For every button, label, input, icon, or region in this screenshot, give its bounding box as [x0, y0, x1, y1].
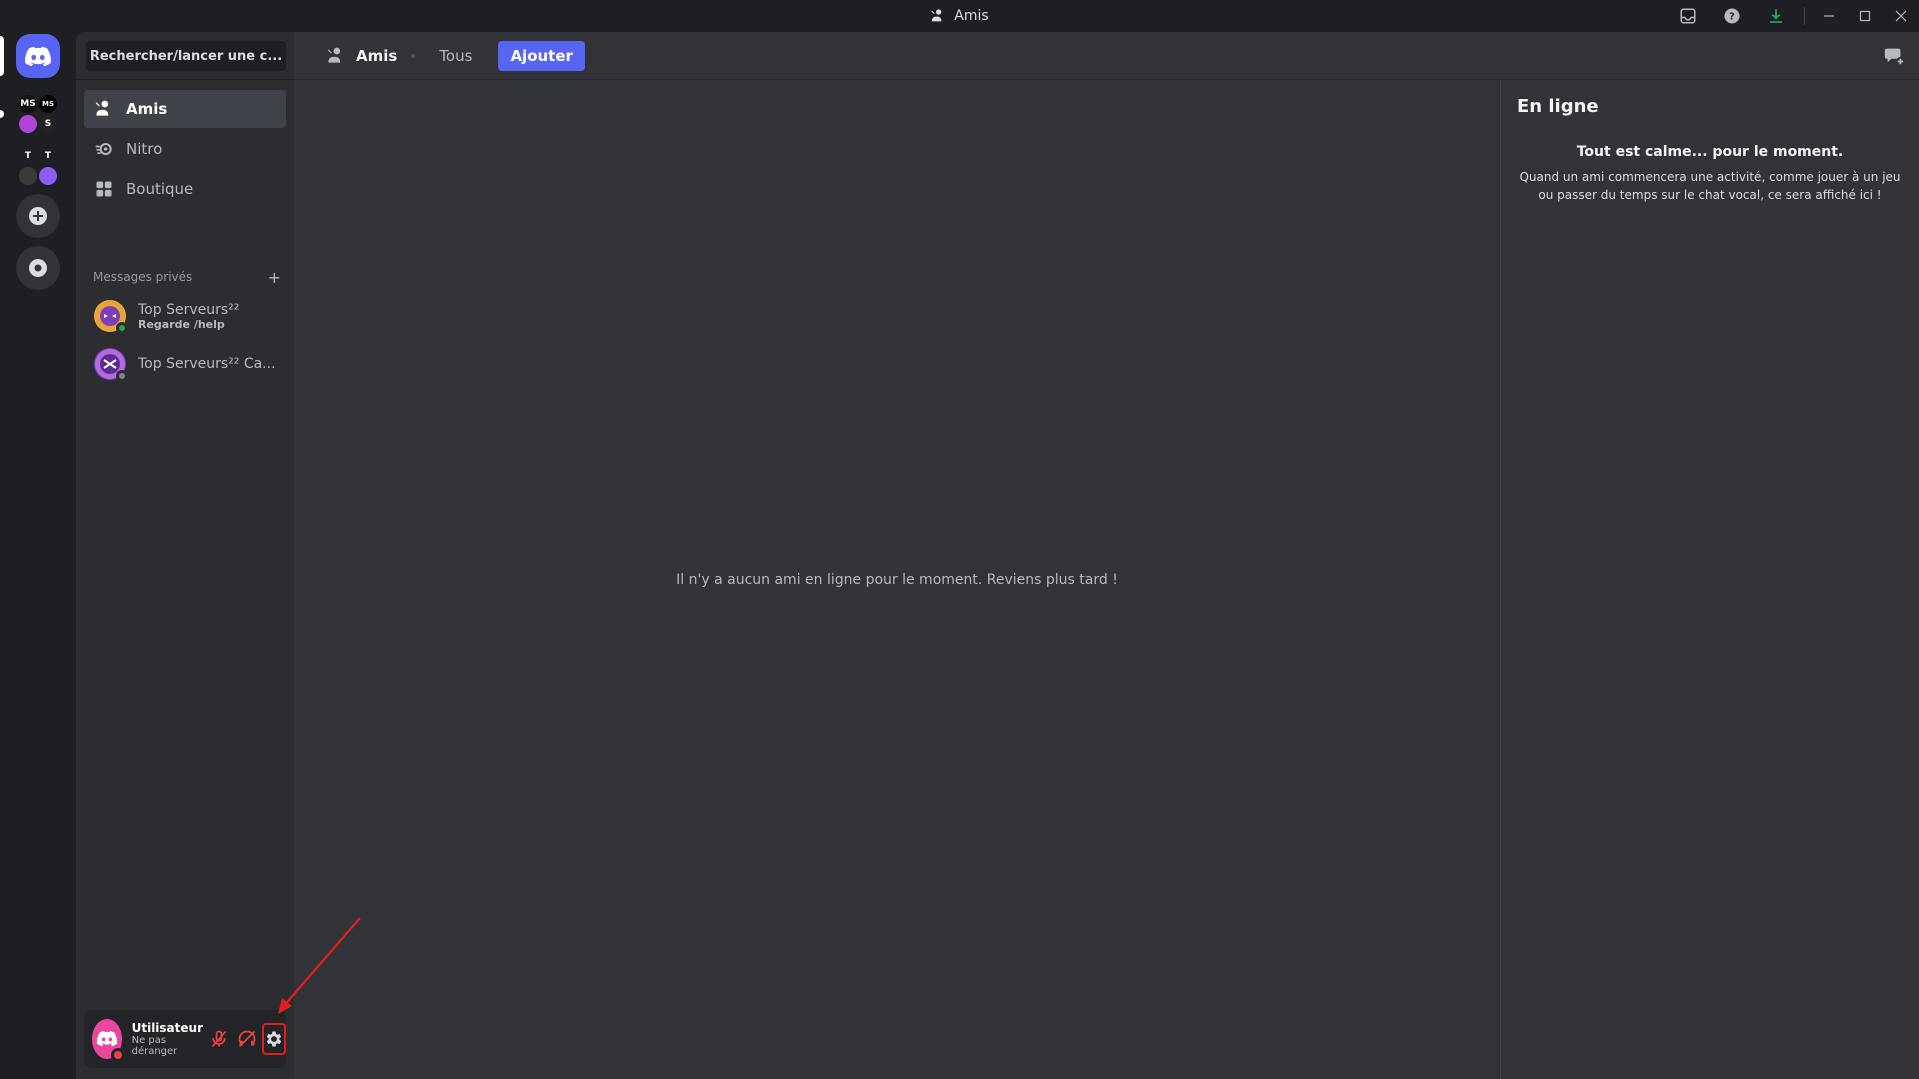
title-bar: Amis ?	[0, 0, 1919, 32]
dm-name: Top Serveurs²²	[138, 301, 240, 318]
discord-logo-icon	[25, 46, 51, 66]
home-button[interactable]	[16, 34, 60, 78]
dm-header: Messages privés +	[93, 268, 281, 287]
friends-title-text: Amis	[356, 46, 398, 65]
server-icon-ms1: MS	[19, 95, 37, 113]
create-dm-icon[interactable]: +	[268, 268, 281, 287]
user-info[interactable]: Utilisateur Ne pas déranger	[132, 1021, 203, 1057]
search-button[interactable]: Rechercher/lancer une c...	[86, 41, 286, 71]
active-now-empty-title: Tout est calme... pour le moment.	[1576, 144, 1844, 160]
avatar	[94, 300, 128, 334]
friends-topbar: Amis Tous Ajouter	[294, 32, 1919, 80]
discord-logo-icon	[96, 1031, 117, 1047]
empty-friends-message: Il n'y a aucun ami en ligne pour le mome…	[676, 572, 1118, 588]
server-rail: MS MS S T T	[0, 32, 76, 1079]
gear-icon	[267, 1031, 282, 1047]
headphones-muted-icon	[238, 1030, 255, 1048]
compass-icon	[29, 259, 47, 277]
new-group-dm-button[interactable]	[1883, 45, 1905, 71]
friends-title: Amis	[326, 46, 397, 66]
avatar	[94, 348, 128, 382]
plus-circle-icon	[29, 207, 47, 225]
sidebar-item-nitro[interactable]: Nitro	[84, 130, 286, 168]
tab-add-friend[interactable]: Ajouter	[498, 40, 585, 71]
sidebar-item-label: Nitro	[126, 140, 163, 158]
help-icon[interactable]: ?	[1710, 0, 1754, 32]
explore-button[interactable]	[16, 246, 60, 290]
window-title-text: Amis	[954, 8, 989, 24]
new-group-dm-icon	[1884, 48, 1905, 67]
user-panel: Utilisateur Ne pas déranger	[84, 1010, 287, 1068]
topbar-separator	[411, 53, 416, 58]
active-now-heading: En ligne	[1517, 96, 1599, 117]
server-icon-t1: T	[19, 147, 37, 165]
dm-sidebar: Rechercher/lancer une c... Amis Nitro Bo…	[76, 32, 294, 1079]
online-status-dot	[116, 322, 128, 334]
friends-icon	[327, 47, 341, 63]
add-server-button[interactable]	[16, 194, 60, 238]
title-bar-separator	[1804, 7, 1805, 25]
user-settings-button[interactable]	[262, 1023, 287, 1055]
sidebar-item-friends[interactable]: Amis	[84, 90, 286, 128]
main-content: Amis Tous Ajouter Il n'y a aucun ami en …	[294, 32, 1919, 1079]
dm-header-label: Messages privés	[93, 270, 193, 284]
dnd-status-dot	[110, 1048, 125, 1062]
user-status: Ne pas déranger	[131, 1035, 178, 1057]
deafen-button[interactable]	[235, 1023, 259, 1055]
selected-pill	[0, 36, 4, 76]
minimize-button[interactable]	[1811, 0, 1847, 32]
server-icon-t2: T	[39, 147, 57, 165]
tab-all[interactable]: Tous	[429, 43, 482, 69]
server-icon-purple	[19, 115, 37, 133]
sidebar-item-shop[interactable]: Boutique	[84, 170, 286, 208]
window-title: Amis	[930, 8, 989, 24]
server-folder-2[interactable]: T T	[16, 144, 60, 188]
server-icon-violet	[39, 167, 57, 185]
sidebar-item-label: Amis	[126, 100, 168, 118]
server-icon-dark	[19, 167, 37, 185]
shop-icon	[96, 181, 112, 197]
unread-pill	[0, 110, 4, 118]
user-avatar[interactable]	[92, 1019, 125, 1062]
download-icon[interactable]	[1754, 0, 1798, 32]
inbox-icon[interactable]	[1666, 0, 1710, 32]
active-now-panel: En ligne Tout est calme... pour le momen…	[1500, 80, 1919, 1079]
dm-name: Top Serveurs²² Ca...	[138, 356, 276, 372]
nitro-icon	[95, 143, 112, 155]
mute-button[interactable]	[207, 1023, 231, 1055]
sidebar-item-label: Boutique	[126, 180, 194, 198]
active-now-empty-text: Quand un ami commencera une activité, co…	[1519, 170, 1901, 202]
offline-status-dot	[116, 370, 128, 382]
sidebar-divider	[76, 79, 294, 80]
server-icon-s: S	[39, 115, 57, 133]
title-bar-controls: ?	[1666, 0, 1919, 32]
friends-icon	[95, 100, 109, 116]
close-button[interactable]	[1883, 0, 1919, 32]
svg-text:?: ?	[1729, 11, 1735, 22]
dm-activity: Regarde /help	[138, 317, 225, 331]
dm-item-top-serveurs-ca[interactable]: Top Serveurs²² Ca...	[84, 342, 286, 386]
server-icon-ms2: MS	[39, 95, 57, 113]
server-folder-1[interactable]: MS MS S	[16, 92, 60, 136]
friends-icon	[931, 9, 942, 22]
microphone-muted-icon	[211, 1030, 227, 1048]
user-name: Utilisateur	[131, 1021, 203, 1035]
dm-item-top-serveurs[interactable]: Top Serveurs²² Regarde /help	[84, 294, 286, 338]
maximize-button[interactable]	[1847, 0, 1883, 32]
